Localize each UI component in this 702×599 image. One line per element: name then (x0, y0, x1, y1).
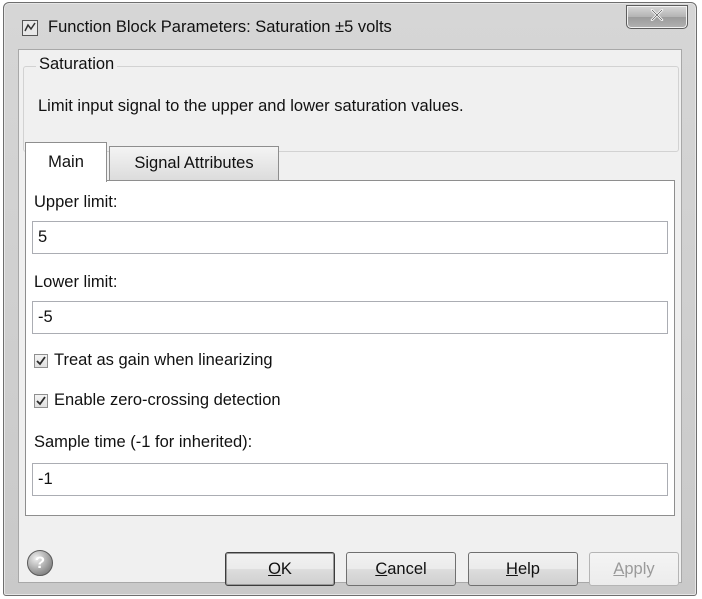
upper-limit-field[interactable] (32, 221, 668, 254)
tab-label: Main (48, 153, 84, 171)
block-description-group: Saturation Limit input signal to the upp… (23, 55, 679, 152)
tab-signal-attributes[interactable]: Signal Attributes (109, 146, 279, 180)
sample-time-field[interactable] (32, 463, 668, 496)
help-icon[interactable]: ? (27, 550, 53, 576)
ok-button[interactable]: OK (225, 552, 335, 586)
checkmark-icon (36, 355, 46, 365)
zero-crossing-label: Enable zero-crossing detection (54, 391, 281, 409)
simulink-block-icon (22, 20, 38, 36)
upper-limit-label: Upper limit: (34, 193, 118, 211)
zero-crossing-option[interactable]: Enable zero-crossing detection (34, 391, 281, 410)
treat-as-gain-label: Treat as gain when linearizing (54, 351, 273, 369)
main-tab-panel: Upper limit: Lower limit: Treat as gain … (25, 180, 675, 516)
title-bar[interactable]: Function Block Parameters: Saturation ±5… (4, 3, 696, 51)
lower-limit-field[interactable] (32, 301, 668, 334)
dialog-content: Saturation Limit input signal to the upp… (18, 49, 682, 586)
dialog-window: Function Block Parameters: Saturation ±5… (3, 2, 697, 596)
window-title: Function Block Parameters: Saturation ±5… (48, 18, 392, 36)
tab-strip: Main Signal Attributes (19, 142, 681, 182)
cancel-button[interactable]: Cancel (346, 552, 456, 586)
close-button[interactable] (626, 5, 688, 29)
treat-as-gain-option[interactable]: Treat as gain when linearizing (34, 351, 273, 370)
block-description: Limit input signal to the upper and lowe… (38, 97, 464, 115)
block-name: Saturation (36, 55, 118, 74)
help-button[interactable]: Help (468, 552, 578, 586)
tab-main[interactable]: Main (25, 142, 107, 182)
button-bar: ? OK Cancel Help Apply (19, 538, 681, 586)
lower-limit-label: Lower limit: (34, 273, 118, 291)
zero-crossing-checkbox[interactable] (34, 393, 48, 408)
sample-time-label: Sample time (-1 for inherited): (34, 433, 253, 451)
checkmark-icon (36, 395, 46, 405)
tab-label: Signal Attributes (134, 154, 254, 172)
treat-as-gain-checkbox[interactable] (34, 353, 48, 368)
apply-button[interactable]: Apply (589, 552, 679, 586)
close-icon (650, 8, 664, 26)
